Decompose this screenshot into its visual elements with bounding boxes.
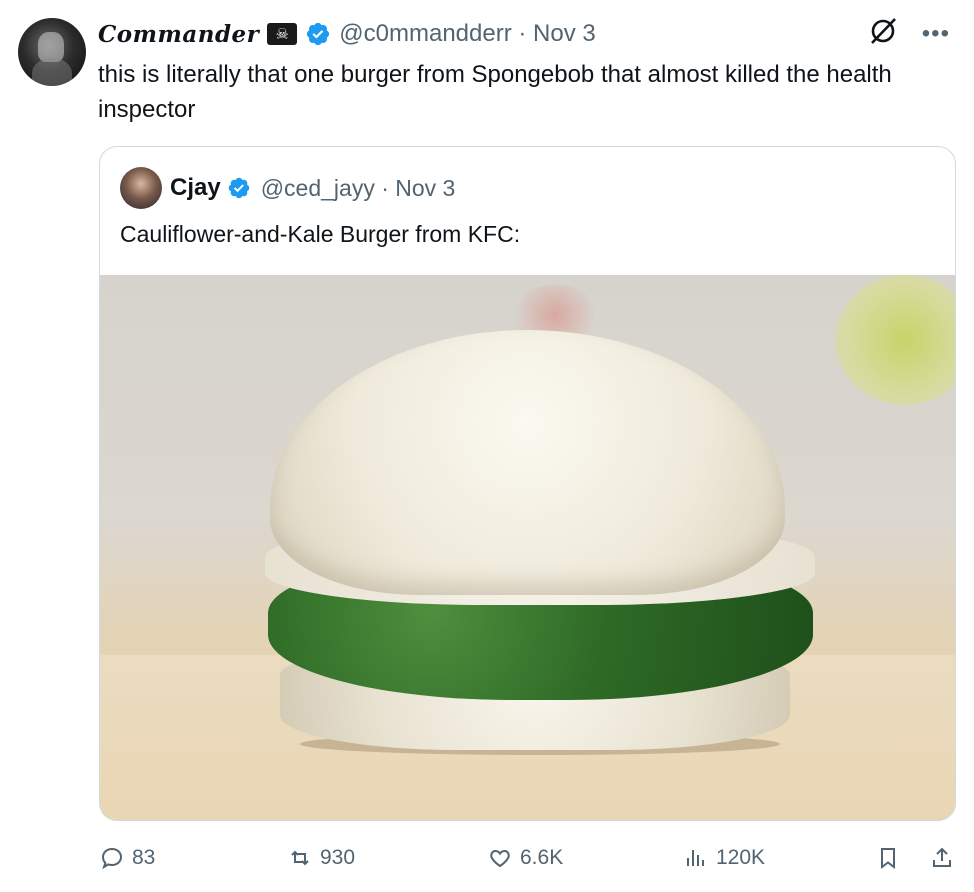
quoted-tweet-date[interactable]: · Nov 3 bbox=[381, 175, 455, 201]
background-blur-green bbox=[835, 275, 955, 405]
avatar-figure-body bbox=[32, 58, 72, 86]
bookmark-icon bbox=[881, 848, 895, 869]
more-options-icon[interactable]: ••• bbox=[922, 20, 950, 48]
author-handle[interactable]: @c0mmandderr · Nov 3 bbox=[339, 20, 595, 48]
share-icon bbox=[933, 847, 951, 867]
quoted-tweet-header: Cjay @ced_jayy · Nov 3 bbox=[170, 169, 455, 207]
author-display-name[interactable]: Commander bbox=[98, 21, 259, 48]
tweet-text: this is literally that one burger from S… bbox=[98, 61, 892, 123]
like-count: 6.6K bbox=[520, 846, 564, 869]
grok-icon[interactable] bbox=[868, 16, 898, 53]
share-button[interactable] bbox=[930, 846, 954, 870]
tweet-date[interactable]: · Nov 3 bbox=[518, 20, 595, 47]
retweet-icon bbox=[291, 850, 309, 866]
views-button[interactable]: 120K bbox=[684, 846, 765, 870]
analytics-icon bbox=[687, 850, 704, 866]
like-button[interactable]: 6.6K bbox=[488, 846, 563, 870]
reply-button[interactable]: 83 bbox=[100, 846, 155, 870]
tweet-header: Commander ☠ @c0mmandderr · Nov 3 ••• bbox=[98, 16, 950, 52]
retweet-count: 930 bbox=[320, 846, 356, 869]
author-avatar[interactable] bbox=[18, 18, 86, 86]
reply-count: 83 bbox=[132, 846, 156, 869]
tweet-action-bar: 83 930 6.6K 120K bbox=[100, 840, 958, 876]
verified-badge-icon bbox=[228, 177, 249, 199]
quoted-author-handle[interactable]: @ced_jayy · Nov 3 bbox=[261, 175, 456, 202]
quoted-tweet[interactable]: Cjay @ced_jayy · Nov 3 Cauliflower-and-K… bbox=[99, 146, 956, 821]
author-handle-text: @c0mmandderr bbox=[339, 20, 512, 47]
cauliflower-top-bun bbox=[270, 330, 785, 595]
reply-icon bbox=[101, 847, 123, 870]
heart-icon bbox=[490, 849, 510, 868]
views-count: 120K bbox=[716, 846, 766, 869]
quoted-author-display-name[interactable]: Cjay bbox=[170, 174, 221, 202]
quoted-author-avatar[interactable] bbox=[120, 167, 162, 209]
burger-photo[interactable] bbox=[100, 275, 955, 820]
quoted-handle-text: @ced_jayy bbox=[260, 174, 375, 201]
quoted-tweet-text: Cauliflower-and-Kale Burger from KFC: bbox=[120, 221, 521, 247]
header-actions: ••• bbox=[868, 16, 950, 53]
bookmark-button[interactable] bbox=[876, 846, 900, 870]
retweet-button[interactable]: 930 bbox=[288, 846, 355, 870]
skull-crossbones-icon: ☠ bbox=[267, 23, 298, 45]
verified-badge-icon bbox=[307, 22, 330, 46]
